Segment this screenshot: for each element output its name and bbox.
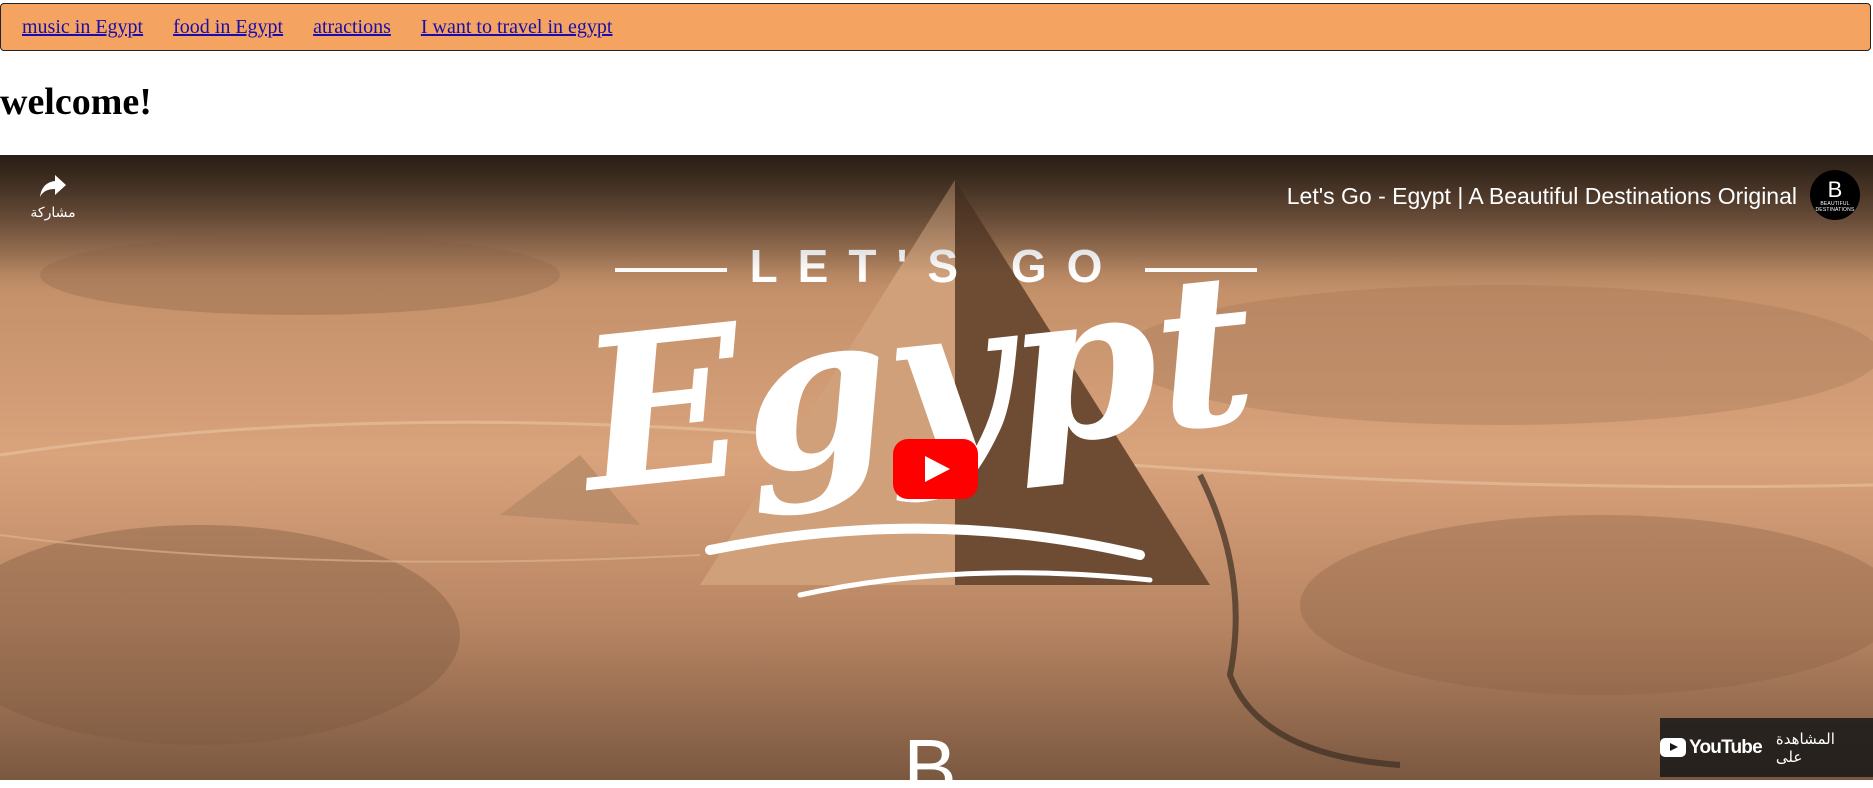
share-label: مشاركة [30, 205, 76, 221]
share-icon [40, 175, 66, 197]
top-navbar: music in Egypt food in Egypt atractions … [0, 3, 1871, 51]
overlay-b-logo: B [903, 723, 956, 780]
top-gradient [0, 155, 1873, 275]
channel-avatar-subtitle: BEAUTIFUL DESTINATIONS [1815, 201, 1855, 213]
youtube-wordmark: YouTube [1689, 736, 1763, 758]
youtube-embed[interactable]: LET'S GO Egypt B مشاركة Let's Go - Egypt… [0, 155, 1873, 780]
page-heading: welcome! [0, 81, 152, 123]
video-title[interactable]: Let's Go - Egypt | A Beautiful Destinati… [1287, 183, 1797, 210]
nav-link-music[interactable]: music in Egypt [22, 16, 143, 39]
channel-avatar[interactable]: B BEAUTIFUL DESTINATIONS [1810, 170, 1860, 220]
watch-on-youtube-button[interactable]: YouTube المشاهدة على [1660, 718, 1873, 777]
channel-avatar-letter: B [1827, 177, 1843, 202]
nav-link-food[interactable]: food in Egypt [173, 16, 283, 39]
youtube-play-icon[interactable] [893, 439, 978, 499]
share-button[interactable]: مشاركة [28, 173, 78, 221]
nav-link-attractions[interactable]: atractions [313, 16, 391, 39]
nav-link-travel[interactable]: I want to travel in egypt [421, 16, 613, 39]
watch-on-label: المشاهدة على [1775, 729, 1835, 766]
youtube-logo-icon: YouTube [1660, 736, 1763, 759]
